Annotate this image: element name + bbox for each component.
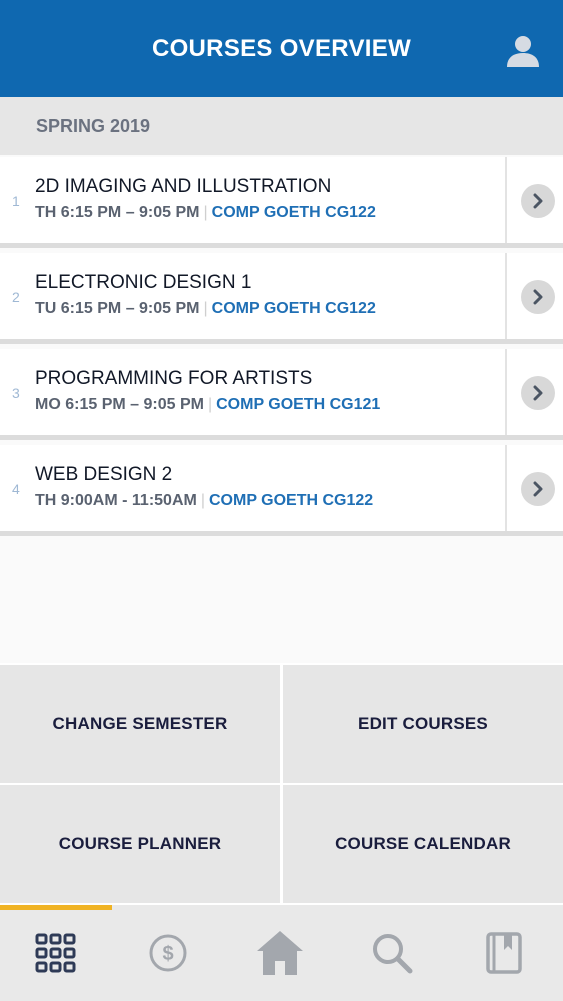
course-time: MO 6:15 PM – 9:05 PM — [35, 396, 204, 413]
edit-courses-button[interactable]: EDIT COURSES — [283, 665, 563, 783]
chevron-right-icon[interactable] — [521, 184, 555, 218]
page-title: COURSES OVERVIEW — [151, 34, 412, 62]
home-icon[interactable] — [224, 905, 336, 1001]
chevron-right-icon[interactable] — [521, 472, 555, 506]
meta-separator: | — [207, 396, 213, 413]
svg-text:$: $ — [162, 943, 173, 965]
course-row[interactable]: 1 2D IMAGING AND ILLUSTRATION TH 6:15 PM… — [0, 157, 563, 248]
course-planner-label: COURSE PLANNER — [58, 834, 222, 853]
course-row[interactable]: 3 PROGRAMMING FOR ARTISTS MO 6:15 PM – 9… — [0, 349, 563, 440]
chevron-right-icon[interactable] — [521, 376, 555, 410]
course-name: PROGRAMMING FOR ARTISTS — [35, 368, 313, 389]
course-calendar-label: COURSE CALENDAR — [335, 834, 511, 853]
course-name: WEB DESIGN 2 — [35, 464, 173, 485]
meta-separator: | — [203, 204, 208, 221]
meta-separator: | — [203, 300, 208, 317]
grid-icon[interactable] — [0, 905, 112, 1001]
course-name: 2D IMAGING AND ILLUSTRATION — [35, 176, 332, 197]
change-semester-button[interactable]: CHANGE SEMESTER — [0, 665, 280, 783]
course-room: COMP GOETH CG122 — [211, 300, 376, 317]
search-icon[interactable] — [336, 905, 448, 1001]
app-header: COURSES OVERVIEW — [0, 0, 563, 97]
course-index: 4 — [12, 481, 20, 497]
course-detail-cell — [505, 349, 563, 435]
chevron-right-icon[interactable] — [521, 280, 555, 314]
course-detail-cell — [505, 445, 563, 531]
course-detail-cell — [505, 157, 563, 243]
course-meta: MO 6:15 PM – 9:05 PM | COMP GOETH CG121 — [35, 396, 380, 414]
course-row[interactable]: 4 WEB DESIGN 2 TH 9:00AM - 11:50AM | COMP … — [0, 445, 563, 536]
action-grid: CHANGE SEMESTER EDIT COURSES COURSE PLAN… — [0, 663, 563, 905]
meta-separator: | — [200, 492, 205, 509]
change-semester-label: CHANGE SEMESTER — [52, 714, 228, 733]
edit-courses-label: EDIT COURSES — [358, 714, 488, 733]
course-time: TH 9:00AM - 11:50AM — [35, 492, 197, 509]
course-index: 3 — [12, 385, 20, 401]
semester-label: SPRING 2019 — [36, 115, 151, 136]
course-meta: TH 6:15 PM – 9:05 PM | COMP GOETH CG122 — [35, 204, 376, 222]
course-detail-cell — [505, 253, 563, 339]
course-name: ELECTRONIC DESIGN 1 — [35, 272, 252, 293]
semester-header: SPRING 2019 — [0, 97, 563, 155]
course-row[interactable]: 2 ELECTRONIC DESIGN 1 TU 6:15 PM – 9:05 … — [0, 253, 563, 344]
course-time: TH 6:15 PM – 9:05 PM — [35, 204, 200, 221]
course-room: COMP GOETH CG122 — [208, 492, 374, 509]
course-meta: TU 6:15 PM – 9:05 PM | COMP GOETH CG122 — [35, 300, 376, 318]
course-calendar-button[interactable]: COURSE CALENDAR — [283, 785, 563, 903]
course-index: 1 — [12, 193, 20, 209]
course-meta: TH 9:00AM - 11:50AM | COMP GOETH CG122 — [35, 492, 373, 510]
course-room: COMP GOETH CG122 — [211, 204, 376, 221]
course-time: TU 6:15 PM – 9:05 PM — [35, 300, 200, 317]
book-icon[interactable] — [448, 905, 560, 1001]
course-index: 2 — [12, 289, 20, 305]
user-icon[interactable] — [505, 33, 541, 69]
dollar-icon[interactable]: $ — [112, 905, 224, 1001]
course-planner-button[interactable]: COURSE PLANNER — [0, 785, 280, 903]
course-room: COMP GOETH CG121 — [216, 396, 381, 413]
